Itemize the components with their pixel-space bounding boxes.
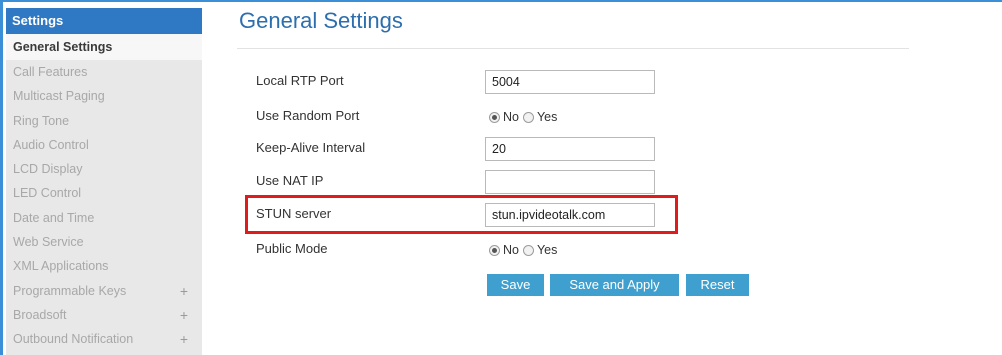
sidebar-item-label: LCD Display <box>13 162 83 177</box>
sidebar: Settings General Settings Call Features … <box>6 8 202 355</box>
public-mode-yes-radio[interactable] <box>522 244 534 256</box>
use-nat-ip-input[interactable] <box>485 170 655 194</box>
use-random-port-radio-group: No Yes <box>489 110 561 124</box>
sidebar-item-label: Date and Time <box>13 210 95 225</box>
use-nat-ip-label: Use NAT IP <box>256 173 324 188</box>
sidebar-item-label: Call Features <box>13 65 88 79</box>
sidebar-item-led-control[interactable]: LED Control <box>6 181 202 206</box>
sidebar-item-label: Audio Control <box>13 137 89 152</box>
use-random-port-label: Use Random Port <box>256 108 360 123</box>
sidebar-item-label: General Settings <box>13 40 113 54</box>
local-rtp-port-input[interactable] <box>485 70 655 94</box>
public-mode-no-label: No <box>503 243 519 257</box>
expand-plus-icon[interactable]: + <box>180 279 188 303</box>
sidebar-item-lcd-display[interactable]: LCD Display <box>6 157 202 182</box>
sidebar-item-call-features[interactable]: Call Features <box>6 60 202 85</box>
sidebar-item-label: Broadsoft <box>13 307 67 322</box>
public-mode-no-radio[interactable] <box>489 244 500 256</box>
sidebar-item-label: Outbound Notification <box>13 332 134 347</box>
sidebar-item-xml-applications[interactable]: XML Applications <box>6 254 202 279</box>
frame-left-border <box>0 0 3 355</box>
sidebar-header: Settings <box>6 8 202 34</box>
stun-server-highlight <box>245 195 678 234</box>
public-mode-label: Public Mode <box>256 241 328 256</box>
save-button[interactable]: Save <box>487 274 544 296</box>
sidebar-item-label: Ring Tone <box>13 113 70 128</box>
keep-alive-row: Keep-Alive Interval <box>256 137 676 161</box>
keep-alive-input[interactable] <box>485 137 655 161</box>
use-nat-ip-row: Use NAT IP <box>256 170 676 194</box>
sidebar-item-label: Web Service <box>13 235 84 250</box>
use-random-port-row: Use Random Port No Yes <box>256 105 676 129</box>
frame-top-border <box>0 0 1002 2</box>
save-and-apply-button[interactable]: Save and Apply <box>550 274 679 296</box>
public-mode-radio-group: No Yes <box>489 243 561 257</box>
reset-button[interactable]: Reset <box>686 274 749 296</box>
sidebar-item-label: Multicast Paging <box>13 89 105 104</box>
use-random-port-yes-radio[interactable] <box>522 111 534 123</box>
use-random-port-yes-label: Yes <box>536 110 558 124</box>
use-random-port-no-label: No <box>503 110 519 124</box>
expand-plus-icon[interactable]: + <box>180 327 188 351</box>
sidebar-item-label: XML Applications <box>13 259 109 274</box>
sidebar-item-web-service[interactable]: Web Service <box>6 230 202 255</box>
sidebar-item-general-settings[interactable]: General Settings <box>6 34 202 60</box>
sidebar-item-outbound-notification[interactable]: Outbound Notification + <box>6 327 202 352</box>
keep-alive-label: Keep-Alive Interval <box>256 140 366 155</box>
sidebar-item-label: Programmable Keys <box>13 283 127 298</box>
public-mode-yes-label: Yes <box>536 243 558 257</box>
title-divider <box>237 48 909 49</box>
sidebar-item-date-and-time[interactable]: Date and Time <box>6 205 202 231</box>
sidebar-item-broadsoft[interactable]: Broadsoft + <box>6 302 202 328</box>
sidebar-item-multicast-paging[interactable]: Multicast Paging <box>6 84 202 109</box>
local-rtp-port-row: Local RTP Port <box>256 70 676 94</box>
sidebar-item-programmable-keys[interactable]: Programmable Keys + <box>6 278 202 303</box>
sidebar-item-label: LED Control <box>13 186 82 201</box>
expand-plus-icon[interactable]: + <box>180 303 188 327</box>
sidebar-item-audio-control[interactable]: Audio Control <box>6 132 202 158</box>
page-title: General Settings <box>239 8 403 33</box>
public-mode-row: Public Mode No Yes <box>256 238 676 262</box>
sidebar-item-ring-tone[interactable]: Ring Tone <box>6 108 202 133</box>
local-rtp-port-label: Local RTP Port <box>256 73 344 88</box>
use-random-port-no-radio[interactable] <box>489 111 500 123</box>
